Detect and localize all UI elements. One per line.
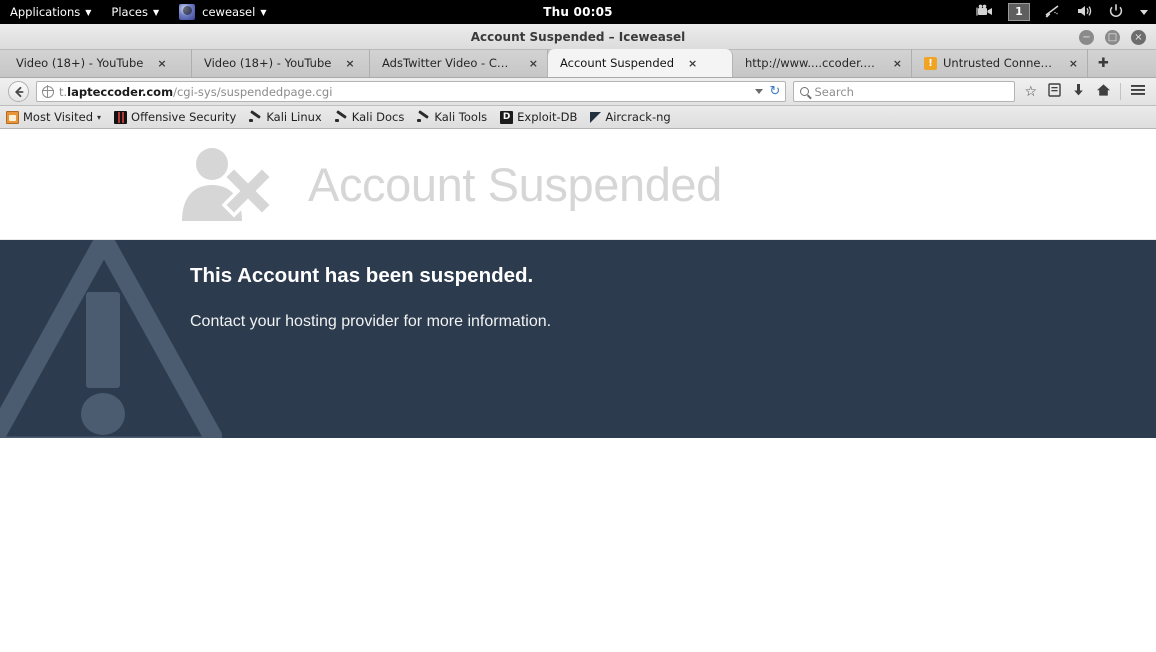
minimize-button[interactable]: − — [1079, 29, 1094, 45]
video-recorder-icon[interactable] — [976, 4, 994, 20]
page-content: Account Suspended This Account has been … — [0, 129, 1156, 607]
url-prefix: t. — [59, 84, 68, 99]
browser-tab[interactable]: Untrusted Connection × — [912, 49, 1088, 77]
tab-close-icon[interactable]: × — [893, 57, 902, 70]
close-button[interactable]: × — [1131, 29, 1146, 45]
suspended-user-icon — [172, 145, 292, 223]
suspended-notice-panel: This Account has been suspended. Contact… — [0, 240, 1156, 438]
folder-icon — [6, 110, 19, 124]
volume-icon[interactable] — [1076, 4, 1094, 20]
page-header: Account Suspended — [0, 129, 1156, 240]
bookmark-label: Exploit-DB — [517, 110, 578, 124]
browser-tab[interactable]: Video (18+) - YouTube × — [192, 49, 370, 77]
maximize-button[interactable]: □ — [1105, 29, 1120, 45]
bookmark-exploit-db[interactable]: Exploit-DB — [500, 110, 577, 124]
power-icon[interactable] — [1108, 4, 1126, 20]
browser-tab[interactable]: AdsTwitter Video - Chro... × — [370, 49, 548, 77]
back-button[interactable] — [8, 81, 29, 102]
exploit-db-icon — [500, 110, 514, 124]
reload-icon[interactable]: ↻ — [770, 85, 781, 98]
bookmark-label: Aircrack-ng — [605, 110, 671, 124]
toolbar-divider — [1120, 83, 1121, 100]
search-input[interactable]: Search — [793, 81, 1016, 102]
tab-strip: Video (18+) - YouTube × Video (18+) - Yo… — [0, 49, 1156, 78]
browser-tab-active[interactable]: Account Suspended × — [547, 49, 733, 77]
library-icon[interactable] — [1046, 83, 1063, 100]
bookmark-label: Kali Linux — [266, 110, 322, 124]
places-menu-label: Places — [111, 5, 148, 19]
bookmark-kali-tools[interactable]: Kali Tools — [417, 110, 487, 124]
places-menu[interactable]: Places ▼ — [101, 0, 169, 24]
browser-tab[interactable]: http://www....ccoder.com/ × — [733, 49, 912, 77]
bookmark-label: Kali Tools — [434, 110, 488, 124]
kali-dragon-icon — [249, 111, 262, 124]
bookmark-star-icon[interactable]: ☆ — [1022, 85, 1039, 99]
bookmark-most-visited[interactable]: Most Visited ▾ — [6, 110, 101, 124]
bookmark-offensive-security[interactable]: Offensive Security — [114, 110, 236, 124]
chevron-down-icon: ▼ — [85, 8, 92, 17]
tab-label: Untrusted Connection — [943, 56, 1055, 70]
navigation-toolbar: t.lapteccoder.com/cgi-sys/suspendedpage.… — [0, 78, 1156, 106]
url-bar[interactable]: t.lapteccoder.com/cgi-sys/suspendedpage.… — [36, 81, 787, 102]
aircrack-icon — [590, 112, 602, 123]
applications-menu[interactable]: Applications ▼ — [0, 0, 101, 24]
applications-menu-label: Applications — [10, 5, 81, 19]
new-tab-button[interactable]: ✚ — [1088, 49, 1119, 77]
chevron-down-icon: ▼ — [152, 8, 160, 17]
chevron-down-icon[interactable] — [1140, 9, 1148, 15]
window-title: Account Suspended – Iceweasel — [470, 29, 686, 44]
workspace-indicator[interactable]: 1 — [1008, 3, 1030, 21]
home-icon[interactable] — [1094, 83, 1113, 100]
url-text: t.lapteccoder.com/cgi-sys/suspendedpage.… — [59, 85, 332, 99]
history-dropdown-icon[interactable] — [754, 89, 763, 94]
bookmark-label: Most Visited — [23, 110, 93, 124]
gnome-top-panel: Applications ▼ Places ▼ ceweasel ▼ Thu 0… — [0, 0, 1156, 24]
tab-close-icon[interactable]: × — [345, 57, 354, 70]
offensive-security-icon — [114, 110, 128, 124]
browser-tab[interactable]: Video (18+) - YouTube × — [4, 49, 192, 77]
tab-close-icon[interactable]: × — [157, 57, 166, 70]
system-tray: 1 — [976, 3, 1156, 21]
bookmark-label: Kali Docs — [351, 110, 405, 124]
tab-close-icon[interactable]: × — [1069, 57, 1078, 70]
iceweasel-app-label: ceweasel — [202, 5, 256, 19]
tab-label: AdsTwitter Video - Chro... — [382, 56, 515, 70]
bookmark-aircrack-ng[interactable]: Aircrack-ng — [590, 110, 671, 124]
tab-close-icon[interactable]: × — [529, 57, 538, 70]
window-controls: − □ × — [1079, 24, 1146, 50]
search-icon — [800, 87, 810, 96]
bookmark-kali-linux[interactable]: Kali Linux — [249, 110, 322, 124]
globe-icon — [41, 85, 55, 98]
bookmark-kali-docs[interactable]: Kali Docs — [334, 110, 405, 124]
tab-close-icon[interactable]: × — [688, 57, 697, 70]
hamburger-menu-icon[interactable] — [1128, 83, 1148, 100]
chevron-down-icon: ▼ — [260, 8, 267, 17]
iceweasel-icon — [179, 4, 196, 20]
chevron-down-icon: ▾ — [97, 112, 102, 122]
url-domain: lapteccoder.com — [67, 84, 174, 99]
panel-heading: This Account has been suspended. — [190, 264, 534, 287]
url-path: /cgi-sys/suspendedpage.cgi — [173, 84, 333, 99]
tab-label: Account Suspended — [560, 56, 675, 70]
page-title: Account Suspended — [308, 157, 722, 211]
tab-label: http://www....ccoder.com/ — [745, 56, 879, 70]
tab-label: Video (18+) - YouTube — [204, 56, 332, 70]
panel-body-text: Contact your hosting provider for more i… — [190, 313, 552, 330]
panel-text-block: This Account has been suspended. Contact… — [0, 240, 1156, 331]
warning-favicon-icon — [924, 56, 937, 70]
network-icon[interactable] — [1044, 4, 1062, 20]
bookmarks-toolbar: Most Visited ▾ Offensive Security Kali L… — [0, 106, 1156, 129]
search-placeholder: Search — [814, 84, 854, 99]
kali-dragon-icon — [417, 111, 430, 124]
iceweasel-app-menu[interactable]: ceweasel ▼ — [169, 0, 276, 24]
kali-dragon-icon — [334, 111, 348, 124]
bookmark-label: Offensive Security — [131, 110, 237, 124]
page-footer — [0, 438, 1156, 607]
window-titlebar: Account Suspended – Iceweasel − □ × — [0, 24, 1156, 50]
tab-label: Video (18+) - YouTube — [16, 56, 144, 70]
url-bar-actions: ↻ — [754, 85, 781, 98]
download-icon[interactable] — [1070, 83, 1087, 100]
